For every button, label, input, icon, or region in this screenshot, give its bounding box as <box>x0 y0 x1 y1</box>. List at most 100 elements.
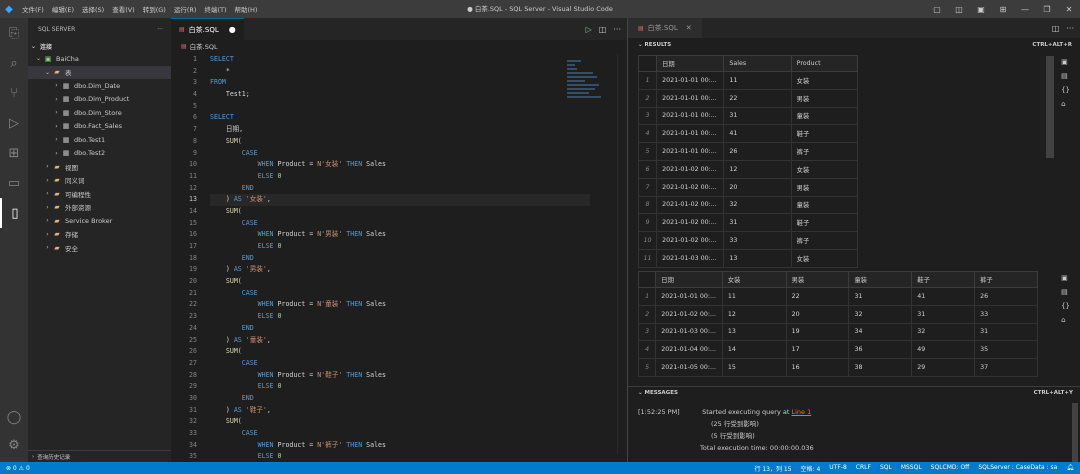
table-cell[interactable]: 14 <box>721 340 787 360</box>
tree-item[interactable]: › ▰ 可编程性 <box>28 187 171 201</box>
code-line[interactable]: WHEN Product = N'鞋子' THEN Sales <box>210 370 590 382</box>
code-line[interactable]: SELECT <box>210 112 590 124</box>
table-cell[interactable]: 31 <box>723 106 792 126</box>
account-icon[interactable]: ◯ <box>0 402 28 432</box>
notification-bell-icon[interactable]: 🔔︎ <box>1066 464 1074 473</box>
code-line[interactable]: CASE <box>210 288 590 300</box>
table-cell[interactable]: 2021-01-01 00:... <box>656 124 725 144</box>
maximize-button[interactable]: ❐ <box>1036 5 1058 14</box>
table-cell[interactable]: 鞋子 <box>790 124 859 144</box>
table-cell[interactable]: 2021-01-01 00:... <box>656 88 725 108</box>
status-item[interactable]: 行 13，列 15 <box>754 464 791 473</box>
tree-item[interactable]: › ▰ 视图 <box>28 160 171 174</box>
table-cell[interactable]: 31 <box>848 287 913 306</box>
table-cell[interactable]: 11 <box>723 71 792 90</box>
tree-item[interactable]: › ▦ dbo.Dim_Store <box>28 106 171 120</box>
table-cell[interactable]: 33 <box>723 231 792 250</box>
query-history-section[interactable]: › 查询历史记录 <box>28 450 171 462</box>
table-cell[interactable]: 37 <box>974 358 1038 377</box>
remote-explorer-icon[interactable]: ▭ <box>0 168 28 198</box>
table-row[interactable]: 3 2021-01-03 00:... 13 19 34 32 31 <box>637 322 1038 342</box>
table-cell[interactable]: 裤子 <box>790 142 859 161</box>
table-cell[interactable]: 2021-01-02 00:... <box>656 213 725 233</box>
save-xml-icon[interactable]: ⌂ <box>1061 316 1070 324</box>
code-line[interactable]: ) AS '童装', <box>210 335 590 347</box>
code-line[interactable]: END <box>210 323 590 335</box>
table-cell[interactable]: 32 <box>723 195 792 215</box>
code-line[interactable]: SUM( <box>210 416 590 428</box>
table-cell[interactable]: 31 <box>911 304 976 324</box>
table-row[interactable]: 1 2021-01-01 00:... 11 女装 <box>637 71 859 90</box>
table-cell[interactable]: 2021-01-01 00:... <box>656 71 725 90</box>
sql-source[interactable]: SELECT * FROM Test1; SELECT 日期, SUM( CASE… <box>210 54 590 463</box>
table-cell[interactable]: 26 <box>974 287 1038 306</box>
close-button[interactable]: ✕ <box>1058 5 1080 14</box>
menu-item[interactable]: 转到(G) <box>143 4 166 14</box>
table-cell[interactable]: 31 <box>974 322 1038 342</box>
code-line[interactable]: SUM( <box>210 136 590 148</box>
code-line[interactable]: SELECT <box>210 54 590 66</box>
connections-section[interactable]: ⌄ 连接 <box>28 40 171 52</box>
table-cell[interactable]: 2021-01-02 00:... <box>655 304 723 324</box>
layout-panel-icon[interactable]: ▣ <box>970 5 992 14</box>
table-cell[interactable]: 2021-01-01 00:... <box>656 142 725 161</box>
more-actions-icon[interactable]: ··· <box>157 26 163 33</box>
table-cell[interactable]: 20 <box>723 177 792 197</box>
save-excel-icon[interactable]: ▤ <box>1061 288 1070 296</box>
status-item[interactable]: UTF-8 <box>829 464 847 473</box>
split-editor-icon[interactable]: ◫ <box>599 25 607 34</box>
column-header[interactable]: 男装 <box>785 271 850 288</box>
editor-scrollbar[interactable] <box>617 54 627 454</box>
code-line[interactable]: WHEN Product = N'男装' THEN Sales <box>210 229 590 241</box>
save-csv-icon[interactable]: ▣ <box>1061 274 1070 282</box>
table-cell[interactable]: 2021-01-02 00:... <box>656 231 725 250</box>
code-line[interactable]: WHEN Product = N'裤子' THEN Sales <box>210 440 590 452</box>
code-line[interactable]: END <box>210 183 590 195</box>
table-cell[interactable]: 2021-01-03 00:... <box>656 248 725 268</box>
menu-item[interactable]: 编辑(E) <box>52 4 74 14</box>
table-row[interactable]: 11 2021-01-03 00:... 13 女装 <box>637 248 859 268</box>
table-cell[interactable]: 15 <box>721 358 787 377</box>
menu-item[interactable]: 文件(F) <box>22 4 44 14</box>
table-cell[interactable]: 22 <box>723 88 792 108</box>
table-row[interactable]: 10 2021-01-02 00:... 33 裤子 <box>637 231 859 250</box>
code-line[interactable]: ) AS '男装', <box>210 264 590 276</box>
table-cell[interactable]: 2021-01-01 00:... <box>655 287 723 306</box>
table-cell[interactable]: 36 <box>848 340 913 360</box>
code-line[interactable]: ELSE 0 <box>210 241 590 253</box>
column-header[interactable]: 日期 <box>655 271 723 288</box>
menu-item[interactable]: 选择(S) <box>82 4 104 14</box>
code-line[interactable]: END <box>210 253 590 265</box>
table-cell[interactable]: 19 <box>785 322 850 342</box>
tree-item[interactable]: › ▦ dbo.Dim_Date <box>28 79 171 93</box>
table-cell[interactable]: 41 <box>911 287 976 306</box>
table-cell[interactable]: 49 <box>911 340 976 360</box>
table-row[interactable]: 5 2021-01-05 00:... 15 16 38 29 37 <box>637 358 1038 377</box>
column-header[interactable]: Product <box>790 55 859 72</box>
status-item[interactable]: 空格: 4 <box>801 464 821 473</box>
table-cell[interactable]: 20 <box>785 304 850 324</box>
search-icon[interactable]: ⌕ <box>0 48 28 78</box>
column-header[interactable]: 鞋子 <box>911 271 976 288</box>
status-item[interactable]: SQLServer : CaseData : sa <box>978 464 1057 473</box>
grid1-scrollbar[interactable] <box>1046 56 1054 158</box>
save-xml-icon[interactable]: ⌂ <box>1061 100 1070 108</box>
table-cell[interactable]: 女装 <box>790 248 859 268</box>
table-cell[interactable]: 2021-01-05 00:... <box>655 358 723 377</box>
table-cell[interactable]: 12 <box>721 304 787 324</box>
table-cell[interactable]: 2021-01-02 00:... <box>656 159 725 179</box>
tree-item[interactable]: › ▰ 外部资源 <box>28 201 171 215</box>
table-row[interactable]: 2 2021-01-01 00:... 22 男装 <box>637 88 859 108</box>
status-item[interactable]: MSSQL <box>901 464 922 473</box>
save-json-icon[interactable]: {} <box>1061 302 1070 310</box>
table-cell[interactable]: 35 <box>974 340 1038 360</box>
table-cell[interactable]: 31 <box>723 213 792 233</box>
layout-icon[interactable]: ▢ <box>926 5 948 14</box>
status-item[interactable]: SQLCMD: Off <box>931 464 970 473</box>
code-line[interactable]: WHEN Product = N'女装' THEN Sales <box>210 159 590 171</box>
results-grid-2[interactable]: 日期 女装 男装 童装 鞋子 裤子 1 2021-01-01 00:... 11 22 31 41 26… <box>637 271 1038 377</box>
table-cell[interactable]: 13 <box>721 322 787 342</box>
column-header[interactable]: Sales <box>723 55 792 72</box>
table-cell[interactable]: 2021-01-01 00:... <box>656 106 725 126</box>
tree-item[interactable]: › ▦ dbo.Dim_Product <box>28 93 171 107</box>
